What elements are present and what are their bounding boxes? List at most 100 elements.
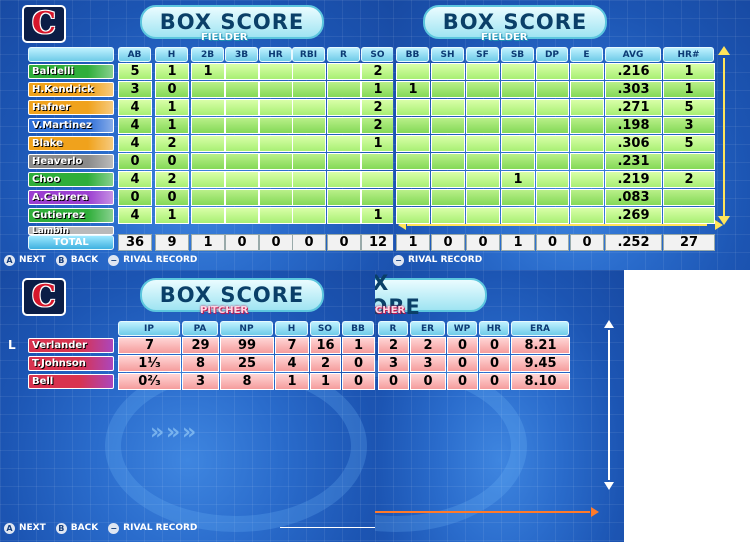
stat-cell [396, 153, 430, 170]
scroll-up-arrow[interactable] [718, 46, 730, 55]
chevron-icon: » [150, 420, 165, 445]
player-name[interactable]: Hafner [28, 100, 114, 115]
stat-cell [536, 189, 569, 206]
stat-cell [396, 117, 430, 134]
horizontal-scrollbar[interactable] [407, 224, 707, 226]
column-header: NP [220, 321, 273, 336]
pitcher-vertical-scrollbar[interactable] [608, 330, 610, 480]
total-cell: 1 [396, 234, 430, 251]
stat-cell [570, 99, 604, 116]
stat-cell: 3 [663, 117, 715, 134]
rival-record-control[interactable]: RIVAL RECORD [123, 255, 197, 265]
stat-cell [191, 171, 225, 188]
controls-bar: A NEXT B BACK − RIVAL RECORD [4, 253, 203, 267]
controls-bar-right: − RIVAL RECORD [393, 253, 482, 267]
stat-cell: 0 [118, 153, 152, 170]
stat-cell: 0 [118, 189, 152, 206]
controller-button-icon: B [55, 522, 67, 534]
vertical-scrollbar[interactable] [723, 58, 725, 216]
stat-cell [225, 63, 259, 80]
player-name[interactable]: Gutierrez [28, 208, 114, 223]
rival-record-control[interactable]: RIVAL RECORD [123, 523, 197, 533]
stat-cell [259, 117, 293, 134]
total-label: TOTAL [28, 235, 114, 250]
stat-cell: 2 [663, 171, 715, 188]
stat-cell [570, 171, 604, 188]
chevron-icon: » [182, 420, 197, 445]
pitcher-scroll-right-arrow[interactable] [591, 507, 599, 517]
stat-cell: 0 [479, 355, 510, 372]
next-control[interactable]: NEXT [19, 523, 46, 533]
stat-cell: 99 [220, 337, 274, 354]
player-name[interactable]: V.Martinez [28, 118, 114, 133]
stat-cell [259, 189, 293, 206]
scroll-right-arrow[interactable] [715, 220, 723, 230]
team-logo-letter: C [32, 6, 56, 41]
stat-cell: 4 [118, 207, 152, 224]
stat-cell [431, 81, 465, 98]
stat-cell [292, 63, 326, 80]
stat-cell [570, 135, 604, 152]
stat-cell: .303 [605, 81, 662, 98]
stat-cell: 0 [447, 373, 478, 390]
stat-cell: .269 [605, 207, 662, 224]
stat-cell [501, 153, 535, 170]
stat-cell [259, 99, 293, 116]
stat-cell [396, 189, 430, 206]
rival-record-label[interactable]: RIVAL RECORD [408, 255, 482, 265]
pitcher-horizontal-scrollbar[interactable] [375, 511, 590, 513]
stat-cell: 8 [182, 355, 219, 372]
stat-cell [327, 117, 361, 134]
pitcher-scroll-down-arrow[interactable] [604, 482, 614, 490]
player-name[interactable]: A.Cabrera [28, 190, 114, 205]
next-control[interactable]: NEXT [19, 255, 46, 265]
stat-cell: 5 [663, 135, 715, 152]
player-name[interactable]: Baldelli [28, 64, 114, 79]
player-name[interactable]: H.Kendrick [28, 82, 114, 97]
stat-cell [431, 171, 465, 188]
stat-cell: 2 [361, 99, 393, 116]
column-header: AB [118, 47, 151, 62]
stat-cell [396, 207, 430, 224]
stat-cell [225, 117, 259, 134]
player-name[interactable]: Choo [28, 172, 114, 187]
back-control[interactable]: BACK [71, 523, 98, 533]
player-name[interactable]: Blake [28, 136, 114, 151]
player-name[interactable]: Heaverlo [28, 154, 114, 169]
pitcher-panel-right: BOX SCORE PITCHER RERWPHRERA22008.213300… [375, 270, 624, 542]
pitcher-name[interactable]: T.Johnson [28, 356, 114, 371]
stat-cell [292, 171, 326, 188]
column-header: HR [259, 47, 292, 62]
stat-cell [466, 99, 500, 116]
stat-cell: 1 [396, 81, 430, 98]
stat-cell [191, 189, 225, 206]
column-header: H [155, 47, 188, 62]
pitcher-name[interactable]: Bell [28, 374, 114, 389]
pitcher-name[interactable]: Verlander [28, 338, 114, 353]
stat-cell [431, 135, 465, 152]
stat-cell [327, 99, 361, 116]
stat-cell [292, 207, 326, 224]
total-cell: 0 [225, 234, 259, 251]
stat-cell: 1 [501, 171, 535, 188]
total-cell: 12 [361, 234, 393, 251]
total-cell: 27 [663, 234, 715, 251]
controls-bar-pitcher: A NEXT B BACK − RIVAL RECORD [4, 521, 203, 535]
stat-cell [361, 171, 393, 188]
stat-cell: 0 [342, 355, 375, 372]
column-header: R [378, 321, 408, 336]
stat-cell: 0 [155, 189, 189, 206]
stat-cell [327, 63, 361, 80]
column-header: 3B [225, 47, 258, 62]
pitcher-scroll-up-arrow[interactable] [604, 320, 614, 328]
stat-cell: 0²⁄₃ [118, 373, 181, 390]
stat-cell [663, 189, 715, 206]
stat-cell: 5 [118, 63, 152, 80]
stat-cell [466, 189, 500, 206]
stat-cell: 8.10 [511, 373, 570, 390]
total-cell: 0 [536, 234, 569, 251]
stat-cell: 29 [182, 337, 219, 354]
stat-cell [327, 81, 361, 98]
controller-button-icon: − [108, 522, 120, 534]
back-control[interactable]: BACK [71, 255, 98, 265]
